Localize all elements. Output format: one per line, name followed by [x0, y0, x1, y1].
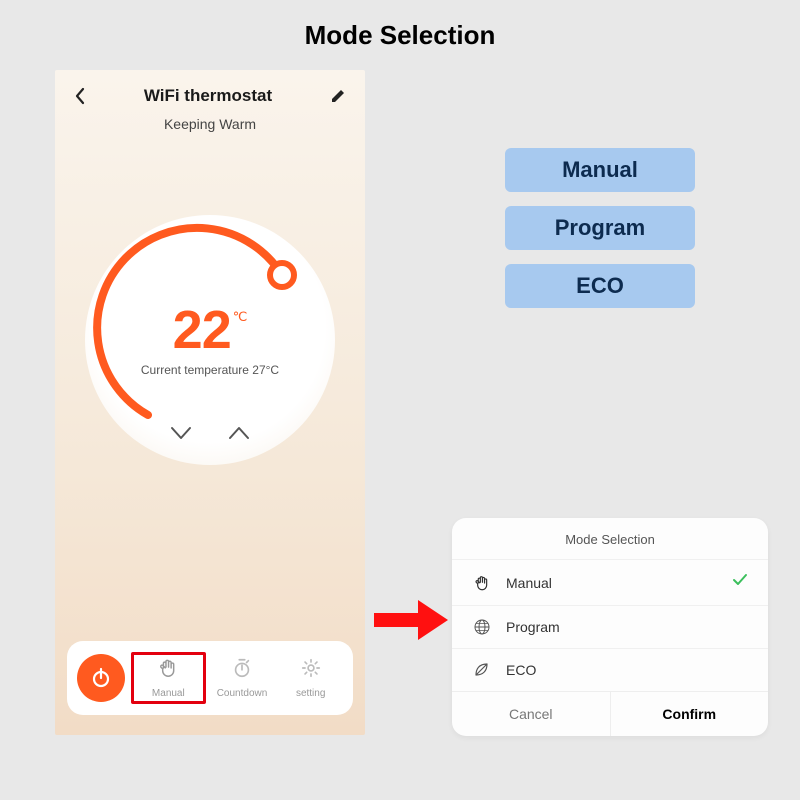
popup-row-eco[interactable]: ECO: [452, 648, 768, 691]
popup-cancel-button[interactable]: Cancel: [452, 692, 611, 736]
page-title: Mode Selection: [0, 20, 800, 51]
temperature-unit: ℃: [233, 309, 248, 325]
mode-manual-button[interactable]: Manual: [505, 148, 695, 192]
back-icon[interactable]: [73, 87, 87, 105]
power-button[interactable]: [77, 654, 125, 702]
popup-row-manual[interactable]: Manual: [452, 559, 768, 605]
hand-icon: [157, 657, 179, 684]
popup-eco-label: ECO: [506, 662, 748, 678]
popup-program-label: Program: [506, 619, 748, 635]
current-temperature-label: Current temperature 27°C: [141, 363, 279, 377]
popup-manual-label: Manual: [506, 575, 718, 591]
edit-icon[interactable]: [329, 87, 347, 105]
toolbar-manual-label: Manual: [152, 688, 185, 699]
toolbar-manual-button[interactable]: Manual: [131, 652, 206, 704]
toolbar-countdown-button[interactable]: Countdown: [210, 653, 275, 703]
increase-temp-button[interactable]: [225, 423, 253, 443]
popup-row-program[interactable]: Program: [452, 605, 768, 648]
gear-icon: [300, 657, 322, 684]
arrow-right-icon: [374, 600, 448, 640]
mode-eco-button[interactable]: ECO: [505, 264, 695, 308]
temperature-dial[interactable]: 22 ℃ Current temperature 27°C: [85, 215, 335, 465]
thermostat-phone-panel: WiFi thermostat Keeping Warm 22 ℃ Curren…: [55, 70, 365, 735]
hand-icon: [472, 574, 492, 592]
decrease-temp-button[interactable]: [167, 423, 195, 443]
mode-button-list: Manual Program ECO: [505, 148, 695, 308]
toolbar-countdown-label: Countdown: [217, 688, 268, 699]
timer-icon: [231, 657, 253, 684]
toolbar-setting-label: setting: [296, 688, 325, 699]
popup-actions: Cancel Confirm: [452, 691, 768, 736]
popup-confirm-button[interactable]: Confirm: [611, 692, 769, 736]
device-status: Keeping Warm: [55, 116, 365, 132]
leaf-icon: [472, 661, 492, 679]
mode-selection-popup: Mode Selection Manual Program ECO Cancel…: [452, 518, 768, 736]
phone-header: WiFi thermostat: [55, 70, 365, 112]
popup-title: Mode Selection: [452, 518, 768, 559]
mode-program-button[interactable]: Program: [505, 206, 695, 250]
check-icon: [732, 572, 748, 593]
globe-icon: [472, 618, 492, 636]
toolbar-setting-button[interactable]: setting: [278, 653, 343, 703]
device-title: WiFi thermostat: [144, 86, 272, 106]
bottom-toolbar: Manual Countdown setting: [67, 641, 353, 715]
set-temperature: 22: [173, 303, 231, 357]
